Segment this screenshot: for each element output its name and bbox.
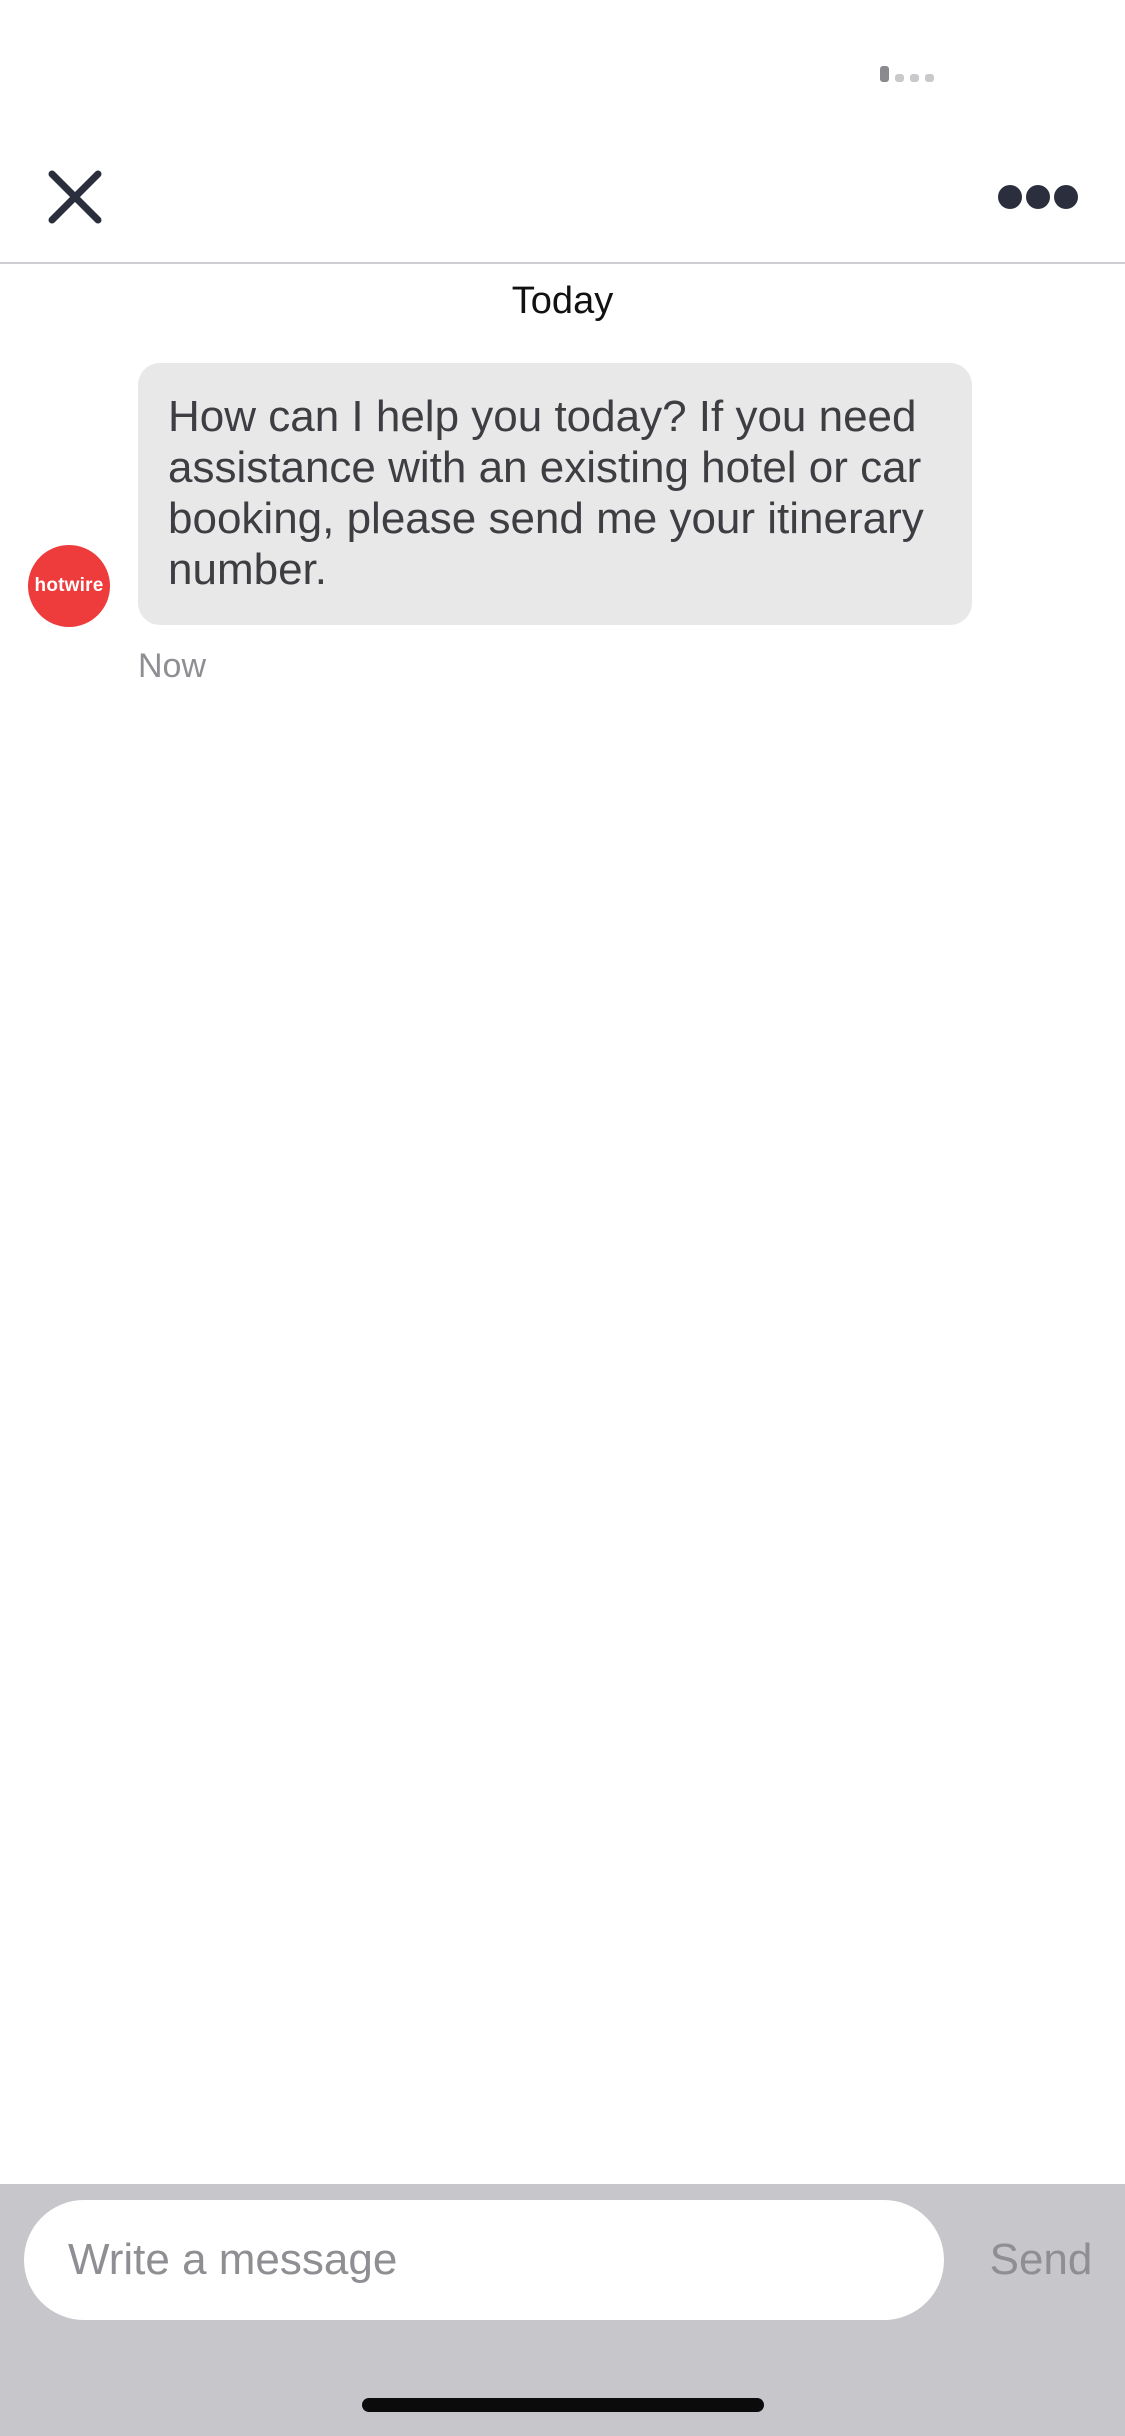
message-input[interactable]: [24, 2200, 944, 2320]
message-composer: Send: [0, 2184, 1125, 2436]
message-timestamp: Now: [138, 647, 207, 685]
date-divider: Today: [511, 280, 614, 322]
status-bar: [0, 0, 1125, 130]
nav-bar: [0, 130, 1125, 264]
hotwire-logo-avatar: hotwire: [28, 545, 110, 627]
signal-strength-icon: [880, 66, 936, 82]
chat-screen: Today hotwire How can I help you today? …: [0, 0, 1125, 2436]
agent-message-bubble: How can I help you today? If you need as…: [138, 363, 972, 625]
close-icon: [48, 170, 102, 224]
hotwire-logo-text: hotwire: [34, 575, 104, 596]
home-indicator[interactable]: [362, 2398, 764, 2412]
close-button[interactable]: [30, 160, 120, 236]
more-options-button[interactable]: [984, 160, 1084, 236]
send-button[interactable]: Send: [966, 2200, 1116, 2320]
